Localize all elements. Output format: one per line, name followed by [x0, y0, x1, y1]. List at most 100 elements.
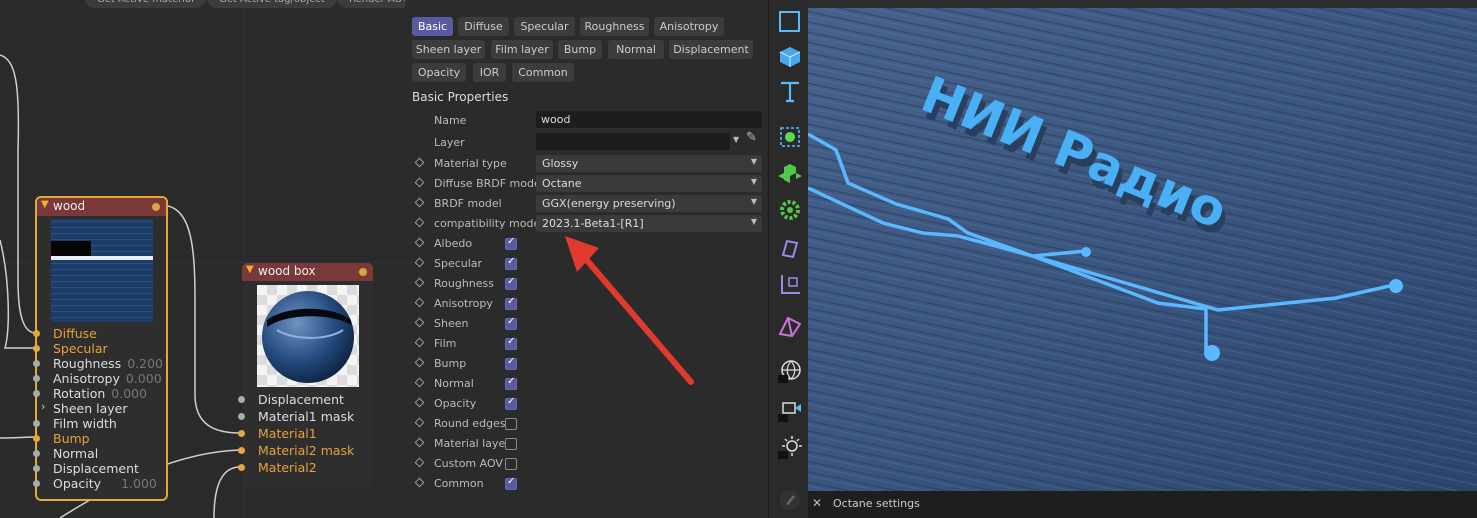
input-port[interactable] [238, 430, 245, 437]
keyframe-diamond-icon[interactable] [414, 337, 425, 348]
checkbox[interactable] [505, 236, 517, 250]
keyframe-diamond-icon[interactable] [414, 357, 425, 368]
tab-anisotropy[interactable]: Anisotropy [654, 17, 724, 36]
keyframe-diamond-icon[interactable] [414, 377, 425, 388]
input-port[interactable] [33, 420, 40, 427]
gear-generator-icon[interactable] [773, 193, 807, 227]
diffuse-brdf-label: Diffuse BRDF model [434, 177, 544, 190]
keyframe-diamond-icon[interactable] [414, 177, 425, 188]
collapse-triangle-icon[interactable]: ▼ [41, 199, 49, 210]
input-port[interactable] [238, 447, 245, 454]
tab-film-layer[interactable]: Film layer [491, 40, 553, 59]
checkbox[interactable] [505, 376, 517, 390]
layer-field[interactable] [536, 133, 730, 150]
collapse-triangle-icon[interactable]: ▼ [246, 264, 254, 275]
material-type-dropdown[interactable]: Glossy ▼ [536, 155, 762, 172]
input-port[interactable] [238, 464, 245, 471]
output-port[interactable] [359, 268, 367, 276]
input-port[interactable] [33, 480, 40, 487]
tab-specular[interactable]: Specular [514, 17, 575, 36]
keyframe-diamond-icon[interactable] [414, 237, 425, 248]
port-normal: Normal [53, 446, 99, 461]
tab-ior[interactable]: IOR [473, 63, 506, 82]
wood-box-material-node[interactable]: ▼ wood box Displacement Material1 mask M… [238, 263, 373, 487]
checkbox[interactable] [505, 336, 517, 350]
input-port[interactable] [33, 375, 40, 382]
tab-basic[interactable]: Basic [412, 17, 453, 36]
checkbox[interactable] [505, 476, 517, 490]
output-port[interactable] [152, 203, 160, 211]
wood-material-node[interactable]: ▼ wood Diffuse Specular Roughness 0.200 … [33, 196, 168, 501]
compatibility-mode-dropdown[interactable]: 2023.1-Beta1-[R1] ▼ [536, 215, 762, 232]
checkbox-label: Bump [434, 357, 467, 370]
tab-diffuse[interactable]: Diffuse [458, 17, 509, 36]
keyframe-diamond-icon[interactable] [414, 157, 425, 168]
null-object-icon[interactable] [773, 120, 807, 154]
tab-opacity[interactable]: Opacity [412, 63, 466, 82]
octane-sky-icon[interactable] [773, 354, 807, 388]
keyframe-diamond-icon[interactable] [414, 277, 425, 288]
checkbox[interactable] [505, 356, 517, 370]
red-annotation-arrow [565, 236, 694, 385]
checkbox[interactable] [505, 316, 517, 330]
input-port[interactable] [33, 450, 40, 457]
deformer-icon[interactable] [773, 232, 807, 266]
checkbox[interactable] [505, 256, 517, 270]
tab-bump[interactable]: Bump [558, 40, 602, 59]
tab-common[interactable]: Common [512, 63, 574, 82]
checkbox[interactable] [505, 418, 517, 430]
octane-light-icon[interactable] [773, 430, 807, 464]
picker-icon[interactable]: ✎ [746, 130, 757, 145]
bend-icon[interactable] [773, 309, 807, 343]
tab-sheen-layer[interactable]: Sheen layer [412, 40, 485, 59]
port-material1-mask: Material1 mask [258, 409, 355, 424]
input-port[interactable] [238, 396, 245, 403]
checkbox[interactable] [505, 458, 517, 470]
keyframe-diamond-icon[interactable] [414, 317, 425, 328]
checkbox[interactable] [505, 296, 517, 310]
checkbox[interactable] [505, 396, 517, 410]
keyframe-diamond-icon[interactable] [414, 457, 425, 468]
input-port[interactable] [33, 435, 40, 442]
input-port[interactable] [238, 413, 245, 420]
name-field[interactable]: wood [536, 111, 762, 128]
keyframe-diamond-icon[interactable] [414, 477, 425, 488]
keyframe-diamond-icon[interactable] [414, 297, 425, 308]
diffuse-brdf-dropdown[interactable]: Octane ▼ [536, 175, 762, 192]
cube-outline-icon[interactable] [773, 5, 807, 39]
input-port[interactable] [33, 330, 40, 337]
layer-dropdown-arrow-icon[interactable]: ▼ [733, 135, 739, 144]
keyframe-diamond-icon[interactable] [414, 197, 425, 208]
keyframe-diamond-icon[interactable] [414, 217, 425, 228]
octane-settings-bar: ✕ Octane settings [808, 491, 1477, 518]
input-port[interactable] [33, 360, 40, 367]
tab-roughness[interactable]: Roughness [580, 17, 649, 36]
keyframe-diamond-icon[interactable] [414, 437, 425, 448]
text-icon[interactable] [773, 75, 807, 109]
viewport-topbar [808, 0, 1477, 8]
checkbox[interactable] [505, 438, 517, 450]
node-editor[interactable]: Get Active material Get Active tag/objec… [0, 0, 405, 518]
octane-camera-icon[interactable] [773, 393, 807, 427]
input-port[interactable] [33, 345, 40, 352]
render-viewport[interactable]: НИИ Радио НИИ Радио ✕ Octane settings [808, 0, 1477, 518]
compatibility-mode-label: compatibility mode [434, 217, 541, 230]
close-icon[interactable]: ✕ [812, 496, 822, 510]
keyframe-diamond-icon[interactable] [414, 257, 425, 268]
input-port[interactable] [33, 390, 40, 397]
keyframe-diamond-icon[interactable] [414, 397, 425, 408]
expand-chevron-icon[interactable]: › [41, 400, 45, 413]
checkbox[interactable] [505, 276, 517, 290]
brdf-model-dropdown[interactable]: GGX(energy preserving) ▼ [536, 195, 762, 212]
checkbox-label: Common [434, 477, 484, 490]
tab-normal[interactable]: Normal [608, 40, 664, 59]
cube-icon[interactable] [773, 40, 807, 74]
node-header[interactable]: ▼ wood [37, 198, 166, 216]
tab-displacement[interactable]: Displacement [669, 40, 753, 59]
axis-icon[interactable] [773, 268, 807, 302]
keyframe-diamond-icon[interactable] [414, 417, 425, 428]
input-port[interactable] [33, 465, 40, 472]
edit-icon[interactable] [773, 483, 807, 517]
node-header[interactable]: ▼ wood box [242, 263, 373, 281]
cloner-icon[interactable] [773, 157, 807, 191]
